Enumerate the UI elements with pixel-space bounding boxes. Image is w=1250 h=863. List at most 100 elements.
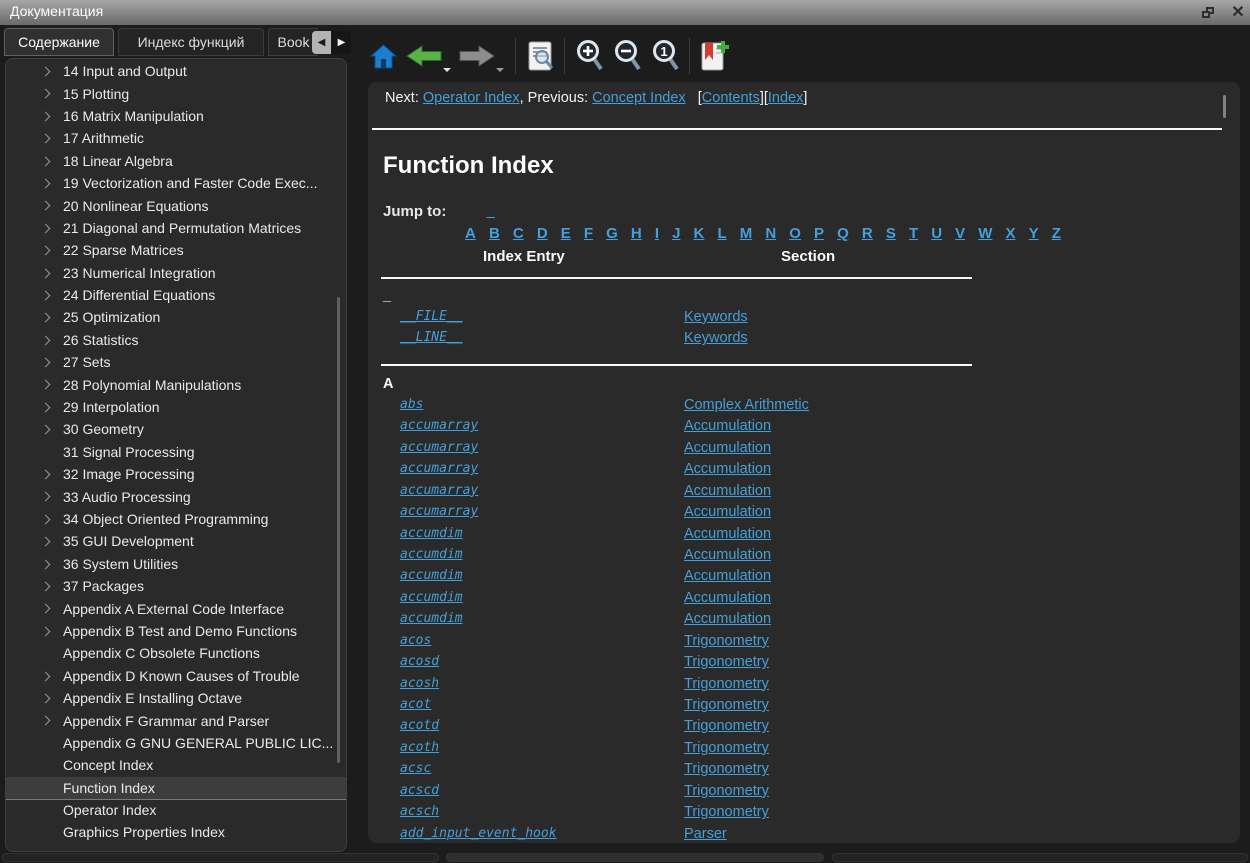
section-link[interactable]: Accumulation (684, 461, 771, 477)
section-link[interactable]: Keywords (684, 309, 748, 325)
tree-item[interactable]: 26 Statistics (6, 329, 346, 351)
jump-letter-V[interactable]: V (955, 225, 965, 242)
chevron-right-icon[interactable] (41, 134, 51, 144)
tree-item[interactable]: 14 Input and Output (6, 60, 346, 82)
home-button[interactable] (370, 43, 397, 70)
tree-item[interactable]: 15 Plotting (6, 82, 346, 104)
function-link[interactable]: acsch (400, 804, 684, 819)
chevron-right-icon[interactable] (41, 223, 51, 233)
back-dropdown-caret-icon[interactable] (443, 68, 451, 72)
chevron-right-icon[interactable] (41, 335, 51, 345)
function-link[interactable]: add_input_event_hook (400, 826, 684, 841)
function-link[interactable]: accumdim (400, 611, 684, 626)
chevron-right-icon[interactable] (41, 358, 51, 368)
tree-item[interactable]: 17 Arithmetic (6, 127, 346, 149)
forward-dropdown-caret-icon[interactable] (496, 68, 504, 72)
chevron-right-icon[interactable] (41, 313, 51, 323)
chevron-right-icon[interactable] (41, 380, 51, 390)
chevron-right-icon[interactable] (41, 671, 51, 681)
chevron-right-icon[interactable] (41, 290, 51, 300)
section-link[interactable]: Trigonometry (684, 740, 769, 756)
jump-letter-J[interactable]: J (672, 225, 680, 242)
tree-item[interactable]: Appendix F Grammar and Parser (6, 709, 346, 731)
chevron-right-icon[interactable] (41, 179, 51, 189)
tree-item[interactable]: 36 System Utilities (6, 553, 346, 575)
chevron-right-icon[interactable] (41, 67, 51, 77)
tree-item[interactable]: 32 Image Processing (6, 463, 346, 485)
tab-contents[interactable]: Содержание (4, 28, 114, 56)
function-link[interactable]: accumdim (400, 526, 684, 541)
chevron-right-icon[interactable] (41, 582, 51, 592)
function-link[interactable]: acotd (400, 718, 684, 733)
nav-link[interactable]: Contents (702, 90, 760, 106)
tree-item[interactable]: 35 GUI Development (6, 530, 346, 552)
tree-item[interactable]: Appendix C Obsolete Functions (6, 642, 346, 664)
section-link[interactable]: Trigonometry (684, 783, 769, 799)
scrollbar-thumb[interactable] (446, 853, 824, 862)
function-link[interactable]: acosh (400, 676, 684, 691)
function-link[interactable]: abs (400, 397, 684, 412)
function-link[interactable]: accumarray (400, 440, 684, 455)
tree-item[interactable]: Operator Index (6, 799, 346, 821)
jump-letter-S[interactable]: S (886, 225, 896, 242)
chevron-right-icon[interactable] (41, 470, 51, 480)
jump-letter-underscore[interactable]: _ (487, 203, 495, 220)
tree-item[interactable]: 19 Vectorization and Faster Code Exec... (6, 172, 346, 194)
chevron-right-icon[interactable] (41, 626, 51, 636)
tree-item[interactable]: 25 Optimization (6, 306, 346, 328)
jump-letter-L[interactable]: L (717, 225, 726, 242)
sidebar-vertical-scrollbar[interactable] (337, 297, 340, 763)
tab-function-index[interactable]: Индекс функций (118, 28, 264, 56)
tree-item[interactable]: Concept Index (6, 754, 346, 776)
chevron-right-icon[interactable] (41, 604, 51, 614)
jump-letter-A[interactable]: A (465, 225, 476, 242)
tree-item[interactable]: 33 Audio Processing (6, 485, 346, 507)
chevron-right-icon[interactable] (41, 716, 51, 726)
tab-scroll-left-button[interactable]: ◀ (312, 31, 331, 54)
section-link[interactable]: Accumulation (684, 590, 771, 606)
chevron-right-icon[interactable] (41, 89, 51, 99)
chevron-right-icon[interactable] (41, 246, 51, 256)
jump-letter-E[interactable]: E (561, 225, 571, 242)
jump-letter-P[interactable]: P (814, 225, 824, 242)
chevron-right-icon[interactable] (41, 402, 51, 412)
section-link[interactable]: Trigonometry (684, 718, 769, 734)
restore-window-button[interactable] (1199, 4, 1217, 21)
chevron-right-icon[interactable] (41, 537, 51, 547)
function-link[interactable]: accumarray (400, 418, 684, 433)
jump-letter-I[interactable]: I (655, 225, 659, 242)
tree-item[interactable]: 16 Matrix Manipulation (6, 105, 346, 127)
tree-item[interactable]: 24 Differential Equations (6, 284, 346, 306)
function-link[interactable]: acoth (400, 740, 684, 755)
function-link[interactable]: accumarray (400, 483, 684, 498)
titlebar[interactable]: Документация ✕ (0, 0, 1250, 25)
chevron-right-icon[interactable] (41, 492, 51, 502)
section-link[interactable]: Trigonometry (684, 654, 769, 670)
forward-button[interactable] (459, 44, 495, 68)
jump-letter-U[interactable]: U (931, 225, 942, 242)
function-link[interactable]: acot (400, 697, 684, 712)
function-link[interactable]: accumarray (400, 504, 684, 519)
jump-letter-T[interactable]: T (909, 225, 918, 242)
jump-letter-B[interactable]: B (489, 225, 500, 242)
jump-letter-Z[interactable]: Z (1052, 225, 1061, 242)
function-link[interactable]: acos (400, 633, 684, 648)
function-link[interactable]: accumdim (400, 590, 684, 605)
tree-item[interactable]: 22 Sparse Matrices (6, 239, 346, 261)
nav-link[interactable]: Operator Index (423, 90, 520, 106)
section-link[interactable]: Parser (684, 826, 727, 842)
section-link[interactable]: Accumulation (684, 611, 771, 627)
tree-item[interactable]: 30 Geometry (6, 418, 346, 440)
jump-letter-D[interactable]: D (537, 225, 548, 242)
chevron-right-icon[interactable] (41, 514, 51, 524)
tab-scroll-right-button[interactable]: ▶ (332, 31, 351, 54)
zoom-out-button[interactable] (612, 39, 642, 73)
jump-letter-K[interactable]: K (694, 225, 705, 242)
tree-item[interactable]: Appendix E Installing Octave (6, 687, 346, 709)
tree-item[interactable]: 29 Interpolation (6, 396, 346, 418)
jump-letter-R[interactable]: R (862, 225, 873, 242)
section-link[interactable]: Accumulation (684, 504, 771, 520)
tree-item[interactable]: 27 Sets (6, 351, 346, 373)
close-window-button[interactable]: ✕ (1229, 4, 1247, 21)
function-link[interactable]: __FILE__ (400, 309, 684, 324)
